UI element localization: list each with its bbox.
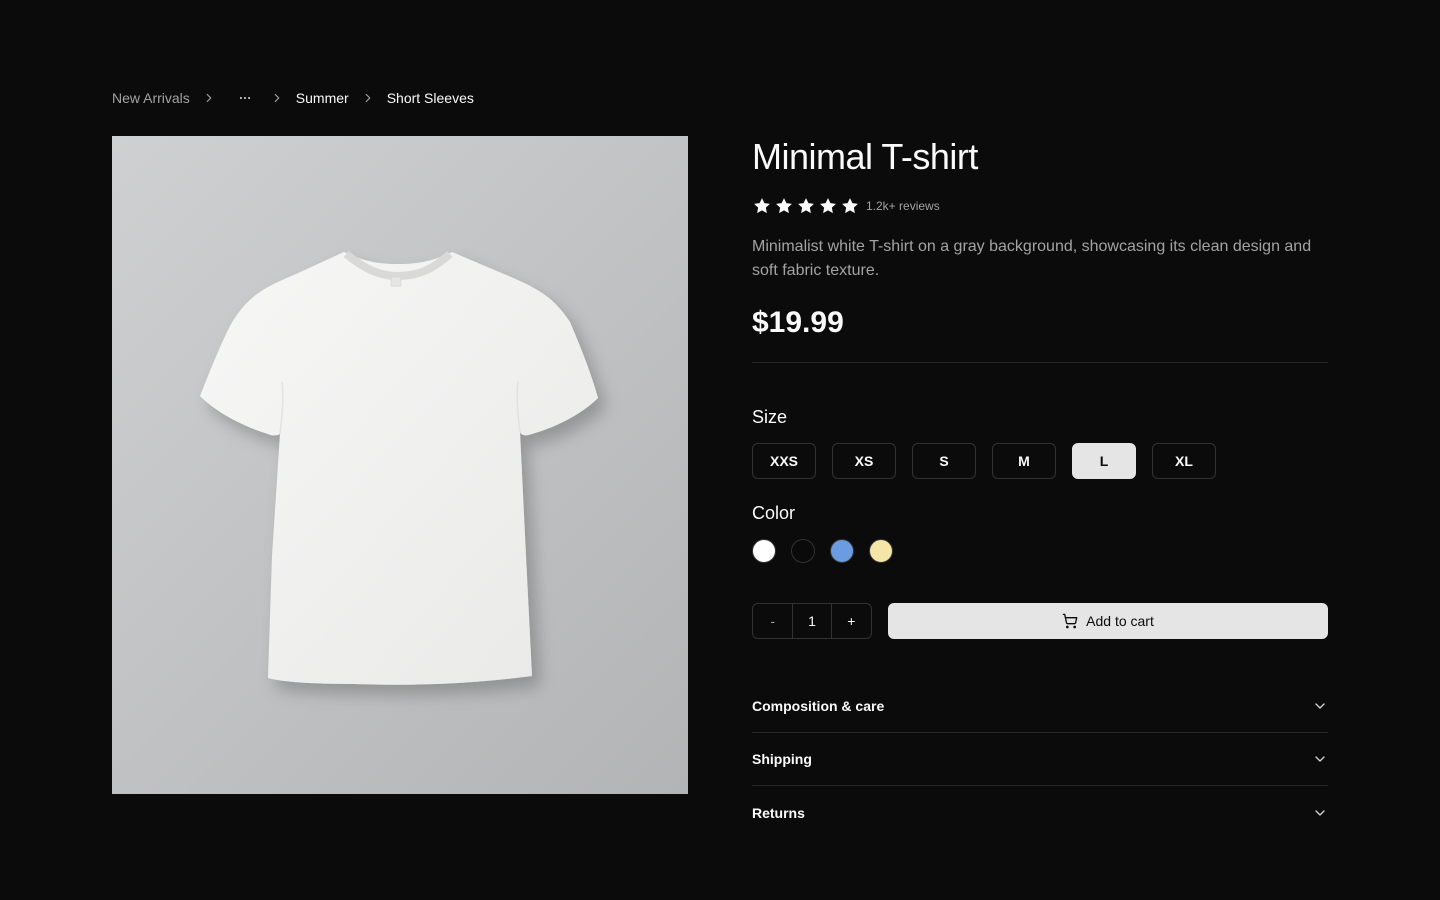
shopping-cart-icon <box>1062 613 1078 629</box>
quantity-decrease-button[interactable]: - <box>753 604 792 638</box>
color-options <box>752 539 1328 563</box>
breadcrumb-short-sleeves: Short Sleeves <box>386 90 474 106</box>
quantity-increase-button[interactable]: + <box>832 604 871 638</box>
t-shirt-illustration <box>200 250 598 685</box>
size-option-m[interactable]: M <box>992 443 1056 479</box>
size-option-s[interactable]: S <box>912 443 976 479</box>
accordion: Composition & care Shipping Returns <box>752 686 1328 839</box>
accordion-title: Composition & care <box>752 698 885 714</box>
accordion-title: Returns <box>752 804 805 821</box>
star-icon <box>820 198 836 214</box>
product-price: $19.99 <box>752 306 844 339</box>
accordion-composition-care[interactable]: Composition & care <box>752 686 1328 733</box>
chevron-down-icon <box>1315 703 1325 709</box>
product-info: Minimal T-shirt 1.2k+ reviews Minimalist… <box>752 136 1328 839</box>
color-label: Color <box>752 503 796 523</box>
product-image <box>112 136 688 794</box>
size-option-xs[interactable]: XS <box>832 443 896 479</box>
color-swatch-blue[interactable] <box>830 539 854 563</box>
quantity-value[interactable]: 1 <box>792 604 832 638</box>
color-swatch-white[interactable] <box>752 539 776 563</box>
size-label: Size <box>752 407 788 427</box>
chevron-right-icon <box>270 91 284 105</box>
size-option-xl[interactable]: XL <box>1152 443 1216 479</box>
color-swatch-black[interactable] <box>791 539 815 563</box>
add-to-cart-label: Add to cart <box>1086 613 1154 629</box>
cart-row: - 1 + Add to cart <box>752 603 1328 639</box>
accordion-title: Shipping <box>752 751 812 767</box>
chevron-down-icon <box>1315 756 1325 762</box>
accordion-returns[interactable]: Returns <box>752 786 1328 839</box>
size-option-l[interactable]: L <box>1072 443 1136 479</box>
product-description: Minimalist white T-shirt on a gray backg… <box>752 238 1312 279</box>
star-icon <box>776 198 792 214</box>
star-rating <box>752 196 860 216</box>
star-icon <box>842 198 858 214</box>
breadcrumb-summer[interactable]: Summer <box>296 90 349 106</box>
rating: 1.2k+ reviews <box>752 196 1328 216</box>
star-icon <box>798 198 814 214</box>
reviews-count[interactable]: 1.2k+ reviews <box>866 199 940 213</box>
breadcrumb: New Arrivals Summer Short Sleeves <box>112 88 474 108</box>
more-horizontal-icon[interactable] <box>238 91 252 105</box>
product-title: Minimal T-shirt <box>752 136 978 177</box>
quantity-stepper: - 1 + <box>752 603 872 639</box>
add-to-cart-button[interactable]: Add to cart <box>888 603 1328 639</box>
size-options: XXS XS S M L XL <box>752 443 1328 479</box>
chevron-right-icon <box>361 91 375 105</box>
size-option-xxs[interactable]: XXS <box>752 443 816 479</box>
chevron-down-icon <box>1315 809 1325 816</box>
accordion-shipping[interactable]: Shipping <box>752 733 1328 786</box>
star-icon <box>754 198 770 214</box>
chevron-right-icon <box>202 91 216 105</box>
breadcrumb-new-arrivals[interactable]: New Arrivals <box>112 90 190 106</box>
divider <box>752 362 1328 363</box>
color-swatch-yellow[interactable] <box>869 539 893 563</box>
